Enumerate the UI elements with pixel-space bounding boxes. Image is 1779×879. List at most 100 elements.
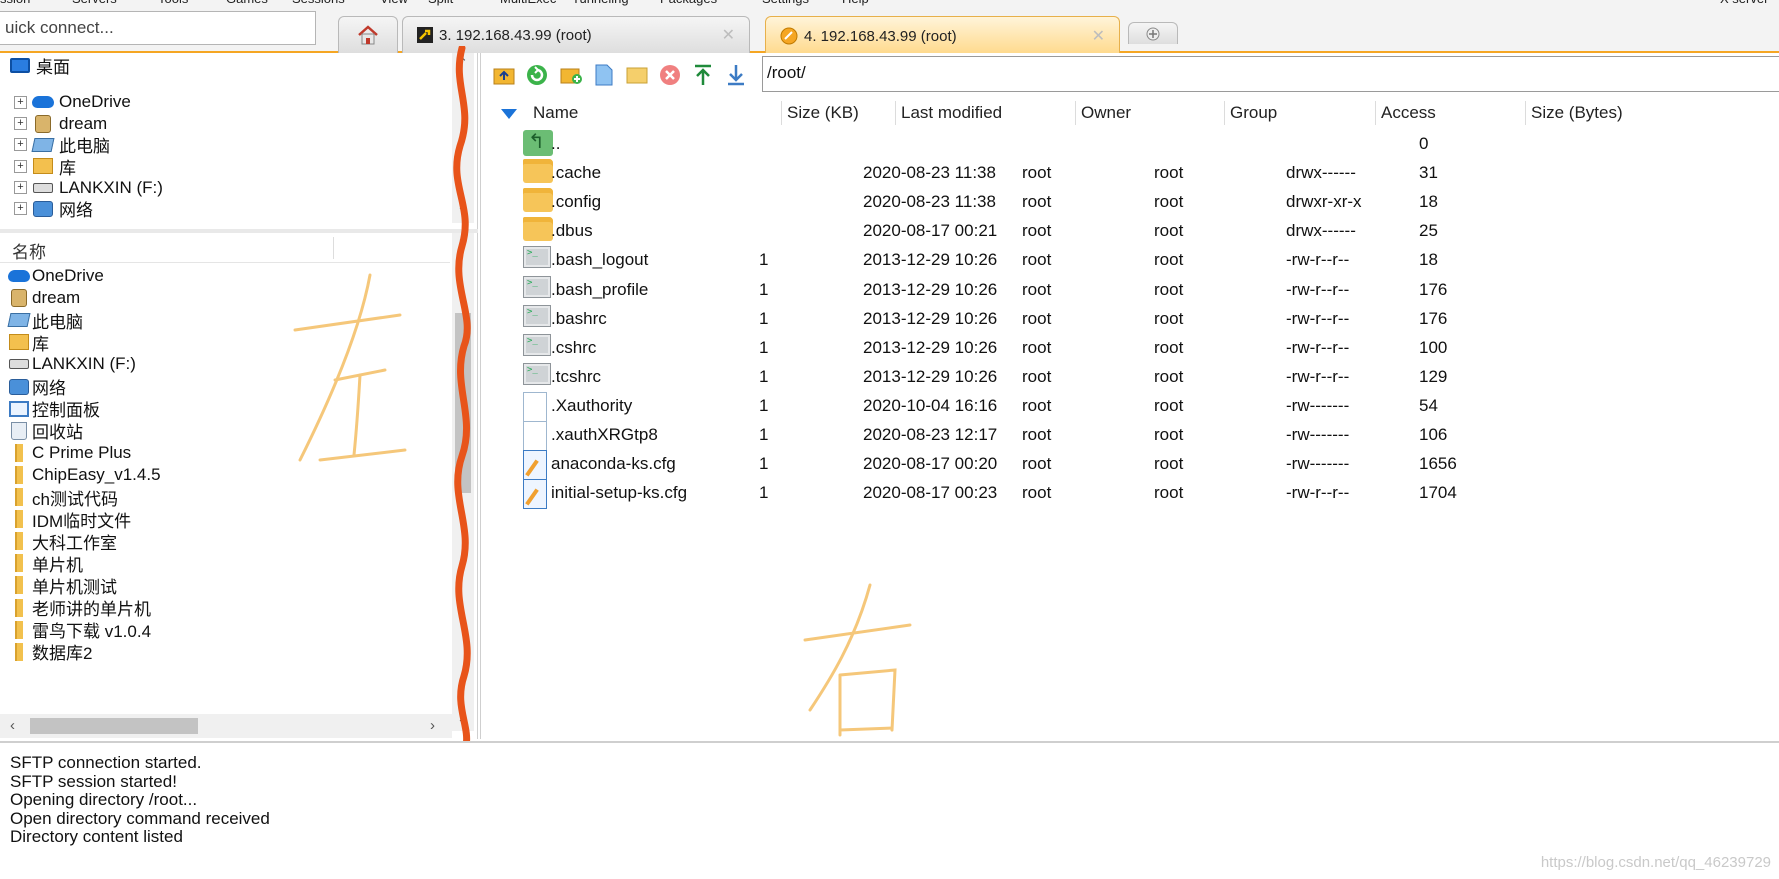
file-modified: 2013-12-29 10:26 xyxy=(863,250,998,270)
close-icon[interactable]: ✕ xyxy=(1092,26,1105,46)
upload-button[interactable] xyxy=(691,63,715,87)
list-item[interactable]: 此电脑 xyxy=(7,308,83,332)
expand-icon[interactable]: + xyxy=(14,202,27,216)
onedrive-icon xyxy=(31,96,55,109)
menu-item[interactable]: X server xyxy=(1720,0,1768,6)
list-item[interactable]: 回收站 xyxy=(8,419,83,443)
file-name: .cache xyxy=(551,163,602,183)
menu-item[interactable]: View xyxy=(380,0,408,6)
table-row[interactable]: .config 2020-08-23 11:38 root root drwxr-xr-… xyxy=(481,185,1779,218)
list-item[interactable]: 老师讲的单片机 xyxy=(8,596,151,620)
column-name[interactable]: 名称 xyxy=(12,238,46,263)
file-group: root xyxy=(1154,279,1184,299)
list-item[interactable]: 控制面板 xyxy=(8,397,100,421)
menu-item[interactable]: Servers xyxy=(72,0,117,6)
list-item[interactable]: LANKXIN (F:) xyxy=(8,352,136,376)
chevron-right-icon[interactable]: › xyxy=(430,717,435,734)
table-row[interactable]: .bashrc 1 2013-12-29 10:26 root root -rw-r--r… xyxy=(481,302,1779,335)
column-separator[interactable] xyxy=(1375,101,1376,125)
list-item[interactable]: 大科工作室 xyxy=(8,529,117,553)
menu-item[interactable]: Tunneling xyxy=(572,0,629,6)
column-group[interactable]: Group xyxy=(1230,103,1277,123)
close-icon[interactable]: ✕ xyxy=(722,25,735,45)
open-folder-button[interactable] xyxy=(625,63,649,87)
expand-icon[interactable]: + xyxy=(14,181,27,194)
column-last-modified[interactable]: Last modified xyxy=(901,103,1002,123)
menu-item[interactable]: Games xyxy=(226,0,268,6)
download-button[interactable] xyxy=(724,63,748,87)
remote-path-input[interactable]: /root/ xyxy=(762,56,1779,92)
new-folder-button[interactable] xyxy=(559,63,583,87)
column-size-bytes[interactable]: Size (Bytes) xyxy=(1531,103,1623,123)
column-separator[interactable] xyxy=(333,237,334,259)
table-row[interactable]: .. 0 xyxy=(481,127,1779,160)
tree-item[interactable]: + 网络 xyxy=(0,197,93,221)
list-item[interactable]: 雷鸟下载 v1.0.4 xyxy=(8,618,151,642)
table-row[interactable]: .tcshrc 1 2013-12-29 10:26 root root -rw-r--r… xyxy=(481,360,1779,393)
menu-item[interactable]: Settings xyxy=(762,0,809,6)
new-folder-icon xyxy=(560,68,582,84)
horizontal-scrollbar[interactable]: ‹ › xyxy=(0,714,452,738)
column-separator[interactable] xyxy=(895,101,896,125)
menu-item[interactable]: Tools xyxy=(158,0,188,6)
table-row[interactable]: .cache 2020-08-23 11:38 root root drwx------… xyxy=(481,156,1779,189)
column-separator[interactable] xyxy=(1075,101,1076,125)
table-row[interactable]: .Xauthority 1 2020-10-04 16:16 root root -rw-… xyxy=(481,389,1779,422)
file-size-bytes: 25 xyxy=(1419,221,1438,241)
expand-icon[interactable]: + xyxy=(14,117,27,131)
list-item[interactable]: ch测试代码 xyxy=(8,485,118,509)
column-separator[interactable] xyxy=(1525,101,1526,125)
list-item[interactable]: dream xyxy=(8,286,80,310)
file-size-bytes: 176 xyxy=(1419,308,1448,328)
menu-item[interactable]: Sessions xyxy=(292,0,345,6)
shell-script-icon xyxy=(523,362,551,385)
sort-descending-icon[interactable] xyxy=(501,109,517,119)
column-access[interactable]: Access xyxy=(1381,103,1436,123)
list-item[interactable]: OneDrive xyxy=(8,264,104,288)
column-separator[interactable] xyxy=(1224,101,1225,125)
file-size-kb: 1 xyxy=(759,395,769,415)
menu-item[interactable]: Packages xyxy=(660,0,717,6)
folder-icon xyxy=(8,554,30,573)
refresh-button[interactable] xyxy=(525,63,549,87)
scroll-thumb[interactable] xyxy=(30,718,198,734)
menu-item[interactable]: ssion xyxy=(0,0,30,6)
table-row[interactable]: .xauthXRGtp8 1 2020-08-23 12:17 root root -rw… xyxy=(481,418,1779,451)
delete-button[interactable] xyxy=(658,63,682,87)
menu-item[interactable]: Help xyxy=(842,0,869,6)
table-row[interactable]: anaconda-ks.cfg 1 2020-08-17 00:20 root root… xyxy=(481,447,1779,481)
session-tab-4[interactable]: 4. 192.168.43.99 (root) ✕ xyxy=(765,16,1120,55)
column-name[interactable]: Name xyxy=(533,103,578,123)
column-owner[interactable]: Owner xyxy=(1081,103,1131,123)
tree-item[interactable]: 桌面 xyxy=(0,53,70,77)
local-list-header[interactable]: 名称 xyxy=(0,233,450,263)
table-row[interactable]: .dbus 2020-08-17 00:21 root root drwx------ 2… xyxy=(481,214,1779,247)
list-item[interactable]: 网络 xyxy=(8,375,66,399)
home-tab[interactable] xyxy=(338,16,398,53)
expand-icon[interactable]: + xyxy=(14,159,27,173)
list-item[interactable]: 单片机 xyxy=(8,551,83,575)
parent-directory-button[interactable] xyxy=(492,63,516,87)
column-separator[interactable] xyxy=(781,101,782,125)
list-item[interactable]: 库 xyxy=(8,330,49,354)
menu-item[interactable]: MultiExec xyxy=(500,0,556,6)
new-file-button[interactable] xyxy=(592,63,616,87)
chevron-left-icon[interactable]: ‹ xyxy=(10,717,15,734)
list-item[interactable]: ChipEasy_v1.4.5 xyxy=(8,463,161,487)
new-tab-button[interactable] xyxy=(1128,22,1178,44)
library-icon xyxy=(31,158,55,175)
table-row[interactable]: initial-setup-ks.cfg 1 2020-08-17 00:23 roo… xyxy=(481,476,1779,510)
table-row[interactable]: .bash_logout 1 2013-12-29 10:26 root root -rw… xyxy=(481,243,1779,276)
list-item[interactable]: IDM临时文件 xyxy=(8,507,131,531)
list-item[interactable]: C Prime Plus xyxy=(8,441,131,465)
quick-connect-input[interactable]: uick connect... xyxy=(0,11,316,45)
expand-icon[interactable]: + xyxy=(14,95,27,109)
menu-item[interactable]: Split xyxy=(428,0,453,6)
column-size-kb[interactable]: Size (KB) xyxy=(787,103,859,123)
expand-icon[interactable]: + xyxy=(14,138,27,152)
list-item[interactable]: 单片机测试 xyxy=(8,573,117,597)
table-row[interactable]: .cshrc 1 2013-12-29 10:26 root root -rw-r--r-… xyxy=(481,331,1779,364)
list-item[interactable]: 数据库2 xyxy=(8,640,92,664)
table-row[interactable]: .bash_profile 1 2013-12-29 10:26 root root -r… xyxy=(481,273,1779,306)
file-group: root xyxy=(1154,192,1184,212)
